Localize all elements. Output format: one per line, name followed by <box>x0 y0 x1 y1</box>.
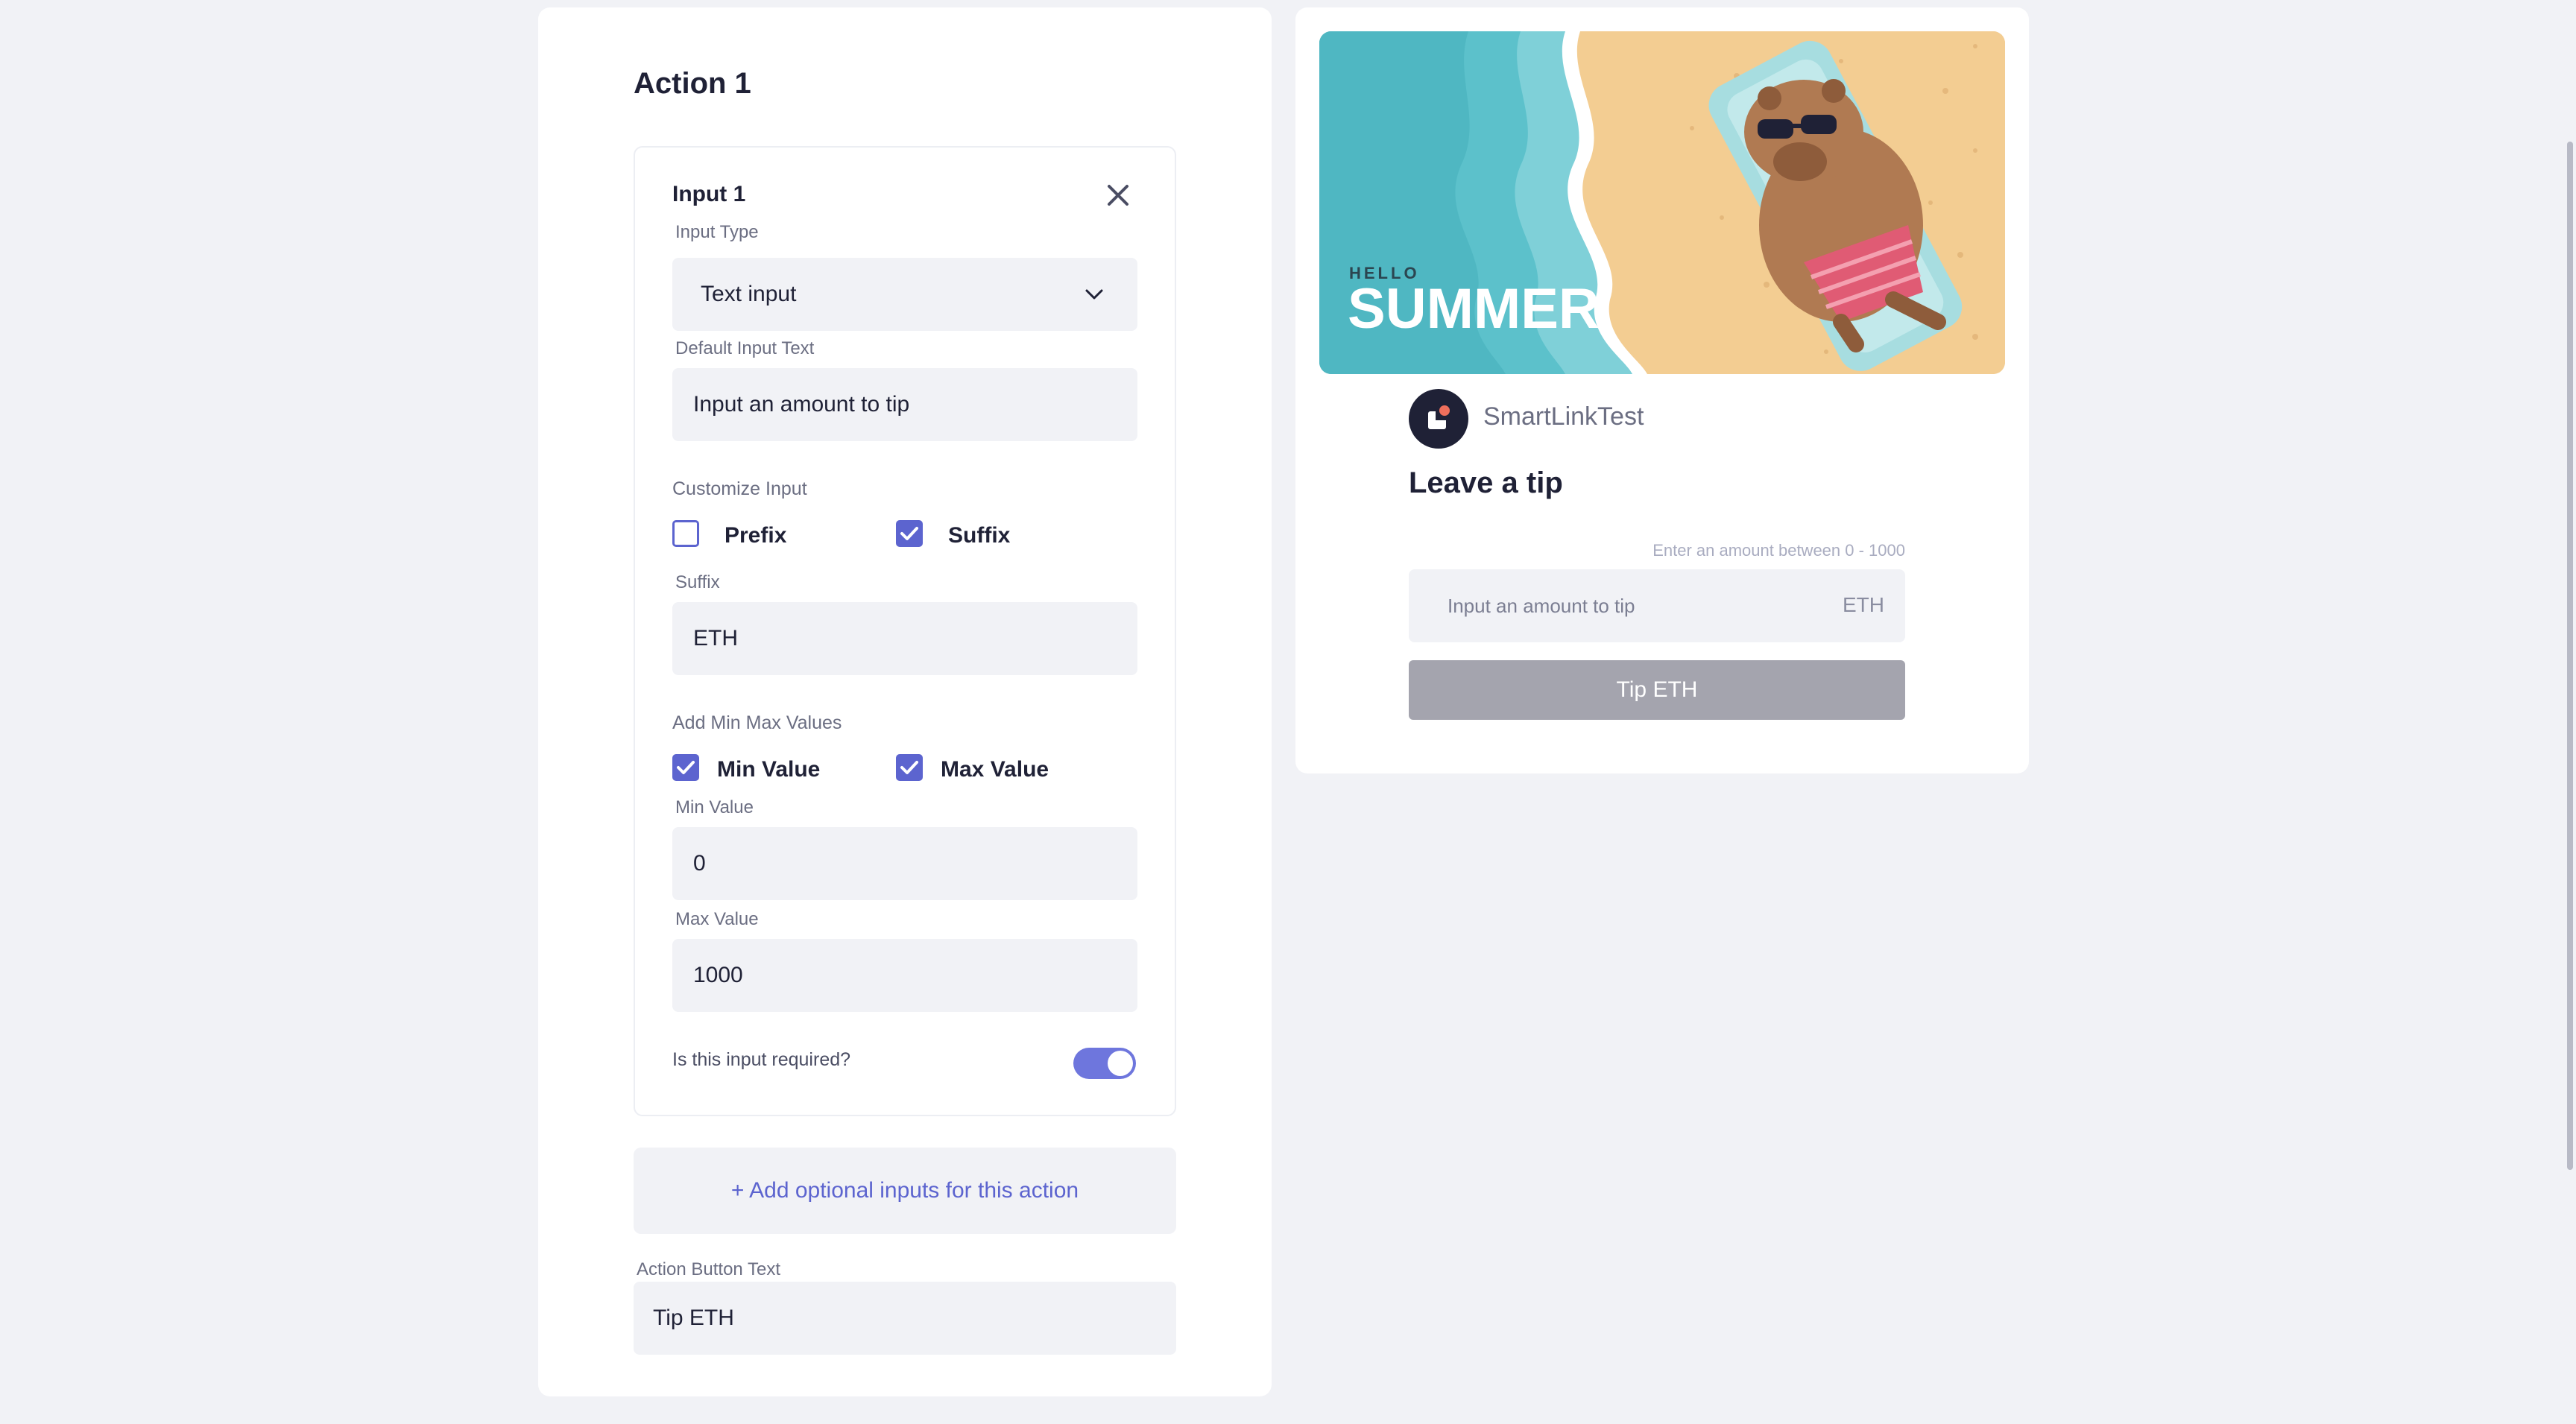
prefix-checkbox[interactable] <box>672 520 699 547</box>
summer-banner-image: HELLO SUMMER <box>1319 31 2005 374</box>
preview-input-suffix: ETH <box>1843 593 1884 616</box>
min-value-checkbox[interactable] <box>672 754 699 781</box>
prefix-checkbox-label: Prefix <box>724 523 787 548</box>
action-title: Action 1 <box>634 67 751 100</box>
min-value-field[interactable]: 0 <box>672 827 1137 900</box>
input-type-value: Text input <box>701 282 797 306</box>
suffix-checkbox[interactable] <box>896 520 923 547</box>
input-card-title: Input 1 <box>672 182 746 206</box>
checkmark-icon <box>900 761 918 774</box>
suffix-field[interactable]: ETH <box>672 602 1137 675</box>
profile-name: SmartLinkTest <box>1483 402 1644 431</box>
tip-eth-button[interactable]: Tip ETH <box>1409 660 1905 720</box>
max-value-checkbox-label: Max Value <box>941 757 1049 782</box>
checkmark-icon <box>900 527 918 540</box>
suffix-field-label: Suffix <box>675 572 720 592</box>
preview-input-placeholder: Input an amount to tip <box>1448 595 1635 617</box>
summer-banner-illustration: HELLO SUMMER <box>1319 31 2005 374</box>
checkmark-icon <box>677 761 695 774</box>
input-card: Input 1 Input Type Text input Default In… <box>634 146 1176 1116</box>
default-input-text-field[interactable]: Input an amount to tip <box>672 368 1137 441</box>
scrollbar-thumb[interactable] <box>2567 142 2573 1170</box>
required-toggle[interactable] <box>1073 1048 1136 1079</box>
banner-big-text: SUMMER <box>1348 277 1600 341</box>
range-hint: Enter an amount between 0 - 1000 <box>1652 541 1905 560</box>
max-value-field[interactable]: 1000 <box>672 939 1137 1012</box>
customize-input-label: Customize Input <box>672 478 807 499</box>
default-input-text-label: Default Input Text <box>675 338 815 358</box>
input-type-label: Input Type <box>675 222 759 242</box>
preview-tip-input[interactable]: Input an amount to tip ETH <box>1409 569 1905 642</box>
min-value-field-label: Min Value <box>675 797 754 817</box>
required-toggle-label: Is this input required? <box>672 1049 851 1070</box>
profile-avatar <box>1409 389 1468 449</box>
preview-panel: HELLO SUMMER SmartLinkTest Leave a tip E… <box>1295 7 2029 773</box>
max-value-field-label: Max Value <box>675 909 759 929</box>
min-value-checkbox-label: Min Value <box>717 757 821 782</box>
action-button-text-field[interactable]: Tip ETH <box>634 1282 1176 1355</box>
action-editor-panel: Action 1 Input 1 Input Type Text input D… <box>538 7 1272 1396</box>
min-max-label: Add Min Max Values <box>672 712 842 733</box>
action-button-text-label: Action Button Text <box>637 1259 781 1279</box>
close-icon[interactable] <box>1102 179 1134 212</box>
chevron-down-icon <box>1085 289 1103 300</box>
max-value-checkbox[interactable] <box>896 754 923 781</box>
suffix-checkbox-label: Suffix <box>948 523 1011 548</box>
toggle-knob <box>1108 1051 1133 1076</box>
add-optional-inputs-button[interactable]: + Add optional inputs for this action <box>634 1148 1176 1234</box>
preview-title: Leave a tip <box>1409 466 1563 499</box>
profile-logo-icon <box>1428 405 1450 429</box>
input-type-select[interactable]: Text input <box>672 258 1137 331</box>
